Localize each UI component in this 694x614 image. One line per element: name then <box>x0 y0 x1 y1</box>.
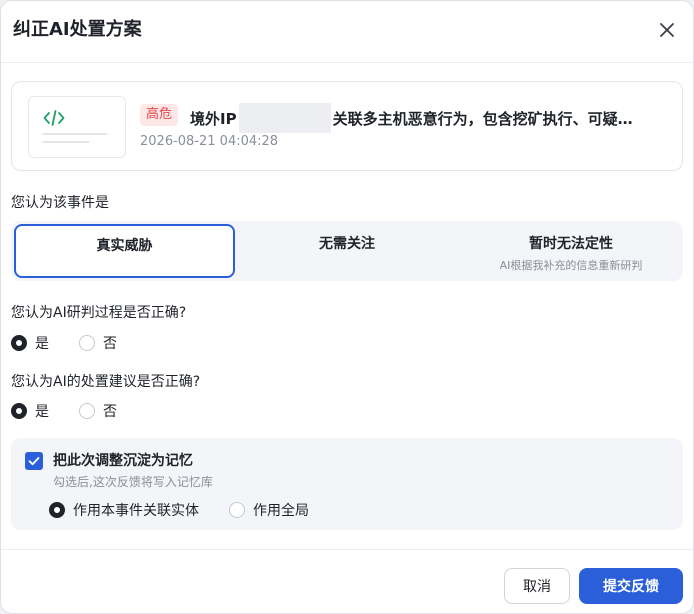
code-icon <box>43 109 65 131</box>
judgement-option-no-attention[interactable]: 无需关注 <box>235 221 459 281</box>
q2-radio-no[interactable]: 否 <box>79 401 117 421</box>
q2-radio-yes[interactable]: 是 <box>11 401 49 421</box>
event-title-prefix: 境外IP <box>190 110 237 128</box>
radio-indicator <box>229 502 245 518</box>
judgement-option-real-threat[interactable]: 真实威胁 <box>14 224 235 278</box>
footer-divider <box>1 549 693 550</box>
q2-radio-group: 是 否 <box>11 401 147 421</box>
radio-indicator <box>79 403 95 419</box>
severity-badge: 高危 <box>140 104 179 126</box>
memory-panel: 把此次调整沉淀为记忆 勾选后,这次反馈将写入记忆库 作用本事件关联实体 作用全局 <box>11 438 683 530</box>
judgement-segmented-control: 真实威胁 无需关注 暂时无法定性 AI根据我补充的信息重新研判 <box>11 221 683 281</box>
cancel-button[interactable]: 取消 <box>504 568 570 604</box>
event-title-suffix: 关联多主机恶意行为，包含挖矿执行、可疑… <box>332 110 633 128</box>
radio-label: 否 <box>103 336 117 352</box>
scope-radio-entity[interactable]: 作用本事件关联实体 <box>49 500 199 520</box>
memory-scope-radio-group: 作用本事件关联实体 作用全局 <box>49 500 339 520</box>
q1-radio-no[interactable]: 否 <box>79 333 117 353</box>
radio-indicator <box>79 335 95 351</box>
judgement-option-undetermined[interactable]: 暂时无法定性 AI根据我补充的信息重新研判 <box>459 221 683 281</box>
option-label: 无需关注 <box>319 236 375 252</box>
q1-radio-yes[interactable]: 是 <box>11 333 49 353</box>
option-label: 暂时无法定性 <box>529 236 613 252</box>
radio-indicator <box>11 403 27 419</box>
submit-feedback-button[interactable]: 提交反馈 <box>579 568 683 604</box>
q2-label: 您认为AI的处置建议是否正确? <box>11 374 201 390</box>
scope-radio-global[interactable]: 作用全局 <box>229 500 309 520</box>
close-icon[interactable] <box>655 18 679 42</box>
radio-label: 是 <box>35 404 49 420</box>
radio-label: 作用全局 <box>253 503 309 519</box>
dialog-header: 纠正AI处置方案 <box>1 1 693 63</box>
correct-ai-dialog: 纠正AI处置方案 高危 境外IP 关联多主机恶意行为，包含挖矿执行、可疑… 202… <box>0 0 694 614</box>
event-thumbnail <box>28 96 126 158</box>
memory-title: 把此次调整沉淀为记忆 <box>53 453 193 469</box>
q1-label: 您认为AI研判过程是否正确? <box>11 305 187 321</box>
thumbnail-line <box>43 133 107 135</box>
radio-label: 作用本事件关联实体 <box>73 503 199 519</box>
dialog-title: 纠正AI处置方案 <box>13 19 142 40</box>
option-label: 真实威胁 <box>96 238 153 254</box>
event-card[interactable]: 高危 境外IP 关联多主机恶意行为，包含挖矿执行、可疑… 2026-08-21 0… <box>11 81 683 171</box>
radio-label: 是 <box>35 336 49 352</box>
thumbnail-line <box>43 141 89 143</box>
memory-checkbox[interactable] <box>25 452 43 470</box>
memory-hint: 勾选后,这次反馈将写入记忆库 <box>53 475 213 489</box>
q1-radio-group: 是 否 <box>11 333 147 353</box>
judgement-label: 您认为该事件是 <box>11 195 109 211</box>
redacted-ip <box>238 103 331 133</box>
event-title: 境外IP 关联多主机恶意行为，包含挖矿执行、可疑… <box>190 103 665 133</box>
check-icon <box>28 457 40 466</box>
radio-indicator <box>11 335 27 351</box>
event-time: 2026-08-21 04:04:28 <box>140 134 279 149</box>
radio-indicator <box>49 502 65 518</box>
option-sublabel: AI根据我补充的信息重新研判 <box>499 259 643 272</box>
radio-label: 否 <box>103 404 117 420</box>
